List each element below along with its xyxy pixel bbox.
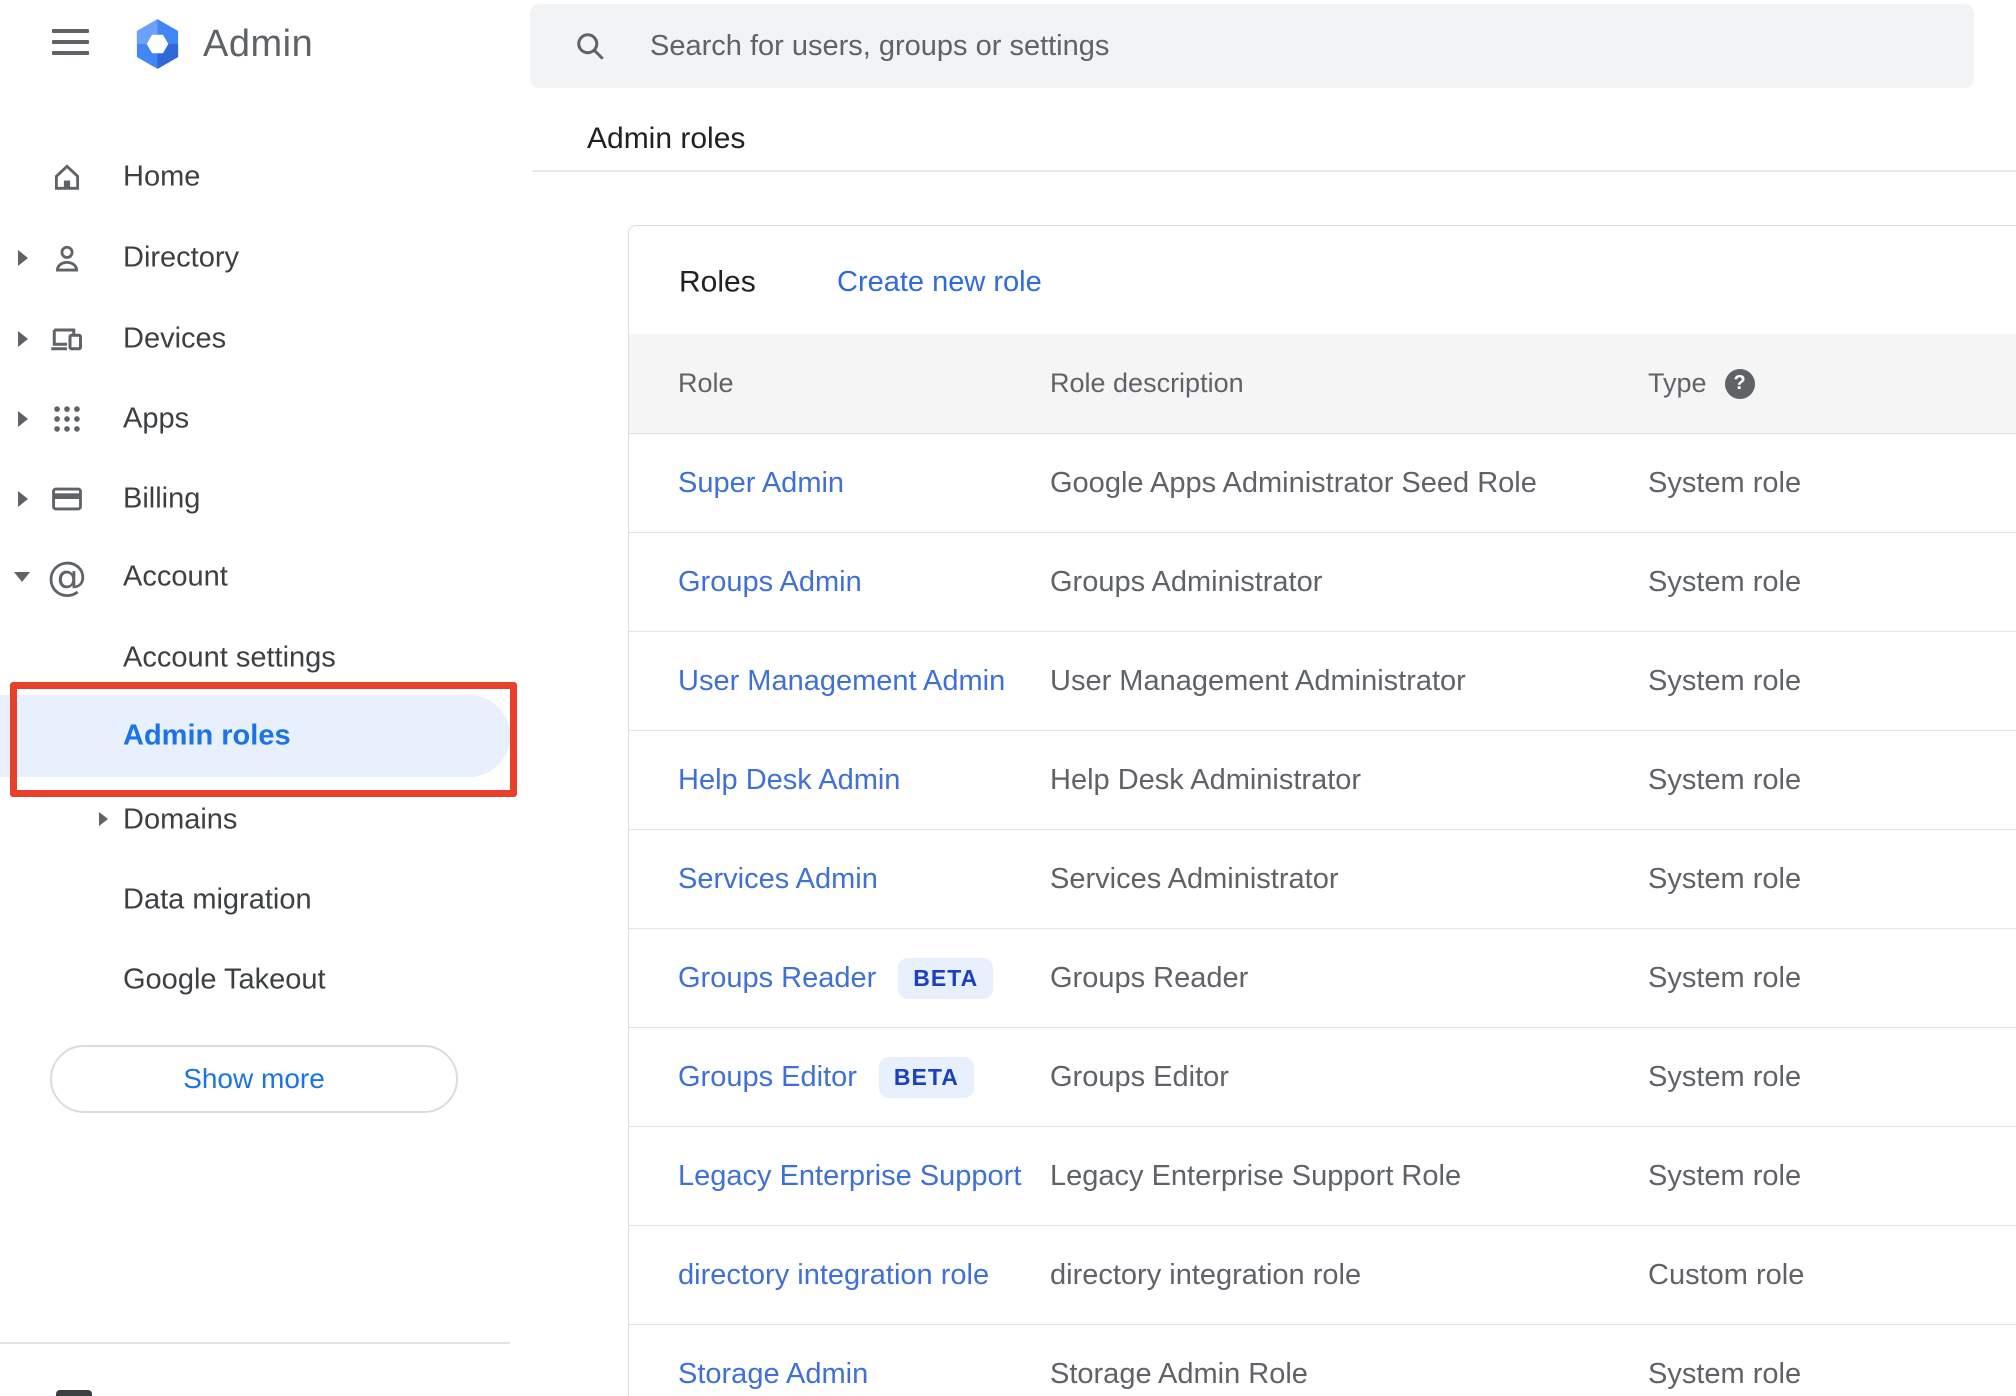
credit-card-icon — [48, 480, 86, 518]
column-header-type: Type ? — [1648, 334, 1755, 433]
role-link[interactable]: Groups Reader — [678, 962, 876, 995]
role-type: System role — [1648, 1060, 1802, 1093]
table-row[interactable]: Groups Editor BETA Groups Editor System … — [629, 1028, 2016, 1127]
role-link[interactable]: directory integration role — [678, 1259, 989, 1292]
menu-hamburger-icon[interactable] — [52, 29, 89, 55]
admin-logo-icon — [128, 18, 187, 70]
breadcrumb-divider — [532, 170, 2016, 172]
sidebar-item-label: Admin roles — [123, 719, 291, 752]
role-type: System role — [1648, 466, 1802, 499]
role-description: Legacy Enterprise Support Role — [1050, 1159, 1462, 1192]
table-row[interactable]: Help Desk Admin Help Desk Administrator … — [629, 731, 2016, 830]
search-bar[interactable] — [530, 4, 1974, 88]
beta-badge: BETA — [898, 957, 994, 999]
breadcrumb: Admin roles — [587, 122, 746, 155]
sidebar-item-home[interactable]: Home — [0, 148, 530, 206]
role-link[interactable]: Legacy Enterprise Support — [678, 1160, 1021, 1193]
sidebar-item-label: Domains — [123, 803, 238, 836]
sidebar-item-label: Account — [123, 560, 228, 593]
role-type: System role — [1648, 1357, 1802, 1390]
expand-arrow-icon[interactable] — [18, 411, 28, 427]
sidebar-bottom-divider — [0, 1342, 510, 1344]
sidebar-item-data-migration[interactable]: Data migration — [0, 871, 530, 929]
role-link[interactable]: Services Admin — [678, 863, 878, 896]
at-sign-icon: @ — [47, 554, 87, 600]
sidebar-item-account-settings[interactable]: Account settings — [0, 629, 530, 687]
sidebar-item-label: Account settings — [123, 641, 336, 674]
table-header-row: Role Role description Type ? — [629, 334, 2016, 434]
admin-logo: Admin — [128, 18, 313, 70]
search-icon — [572, 28, 608, 64]
column-header-description: Role description — [1050, 368, 1244, 398]
admin-console-screen: Admin Home Directory Devices Apps Billin… — [0, 0, 2016, 1396]
role-type: Custom role — [1648, 1258, 1805, 1291]
role-link[interactable]: Groups Admin — [678, 566, 862, 599]
sidebar-item-label: Home — [123, 160, 201, 193]
role-description: Google Apps Administrator Seed Role — [1050, 466, 1537, 499]
home-icon — [48, 158, 86, 196]
sidebar-item-label: Apps — [123, 402, 190, 435]
show-more-label: Show more — [183, 1063, 325, 1094]
role-description: Groups Reader — [1050, 961, 1249, 994]
devices-icon — [48, 320, 86, 358]
person-icon — [48, 239, 86, 277]
sidebar-item-google-takeout[interactable]: Google Takeout — [0, 951, 530, 1009]
role-description: Help Desk Administrator — [1050, 763, 1362, 796]
sidebar-item-label: Data migration — [123, 883, 312, 916]
search-input[interactable] — [648, 28, 1974, 64]
role-description: Groups Editor — [1050, 1060, 1229, 1093]
role-link[interactable]: Groups Editor — [678, 1061, 857, 1094]
role-type: System role — [1648, 1159, 1802, 1192]
sidebar-item-label: Directory — [123, 241, 240, 274]
table-row[interactable]: Groups Admin Groups Administrator System… — [629, 533, 2016, 632]
role-link[interactable]: Storage Admin — [678, 1358, 868, 1391]
role-description: User Management Administrator — [1050, 664, 1466, 697]
role-type: System role — [1648, 664, 1802, 697]
logo-text: Admin — [203, 22, 314, 65]
beta-badge: BETA — [878, 1056, 974, 1098]
roles-panel: Roles Create new role Role Role descript… — [628, 225, 2016, 1396]
show-more-button[interactable]: Show more — [50, 1045, 458, 1113]
expand-arrow-icon[interactable] — [18, 491, 28, 507]
sidebar-item-label: Devices — [123, 322, 227, 355]
role-type: System role — [1648, 763, 1802, 796]
sidebar-item-label: Google Takeout — [123, 963, 326, 996]
role-link[interactable]: Super Admin — [678, 467, 844, 500]
sidebar-item-admin-roles-selected[interactable]: Admin roles — [0, 695, 510, 777]
help-icon[interactable]: ? — [1724, 368, 1755, 399]
create-new-role-link[interactable]: Create new role — [837, 266, 1042, 299]
table-row[interactable]: Super Admin Google Apps Administrator Se… — [629, 434, 2016, 533]
sidebar-item-domains[interactable]: Domains — [0, 791, 530, 849]
role-type: System role — [1648, 565, 1802, 598]
role-link[interactable]: Help Desk Admin — [678, 764, 900, 797]
expand-arrow-icon[interactable] — [18, 331, 28, 347]
sidebar-item-label: Billing — [123, 482, 201, 515]
role-type: System role — [1648, 862, 1802, 895]
apps-grid-icon — [48, 400, 86, 438]
sidebar-item-devices[interactable]: Devices — [0, 310, 530, 368]
table-row[interactable]: Storage Admin Storage Admin Role System … — [629, 1325, 2016, 1396]
table-row[interactable]: directory integration role directory int… — [629, 1226, 2016, 1325]
table-row[interactable]: Legacy Enterprise Support Legacy Enterpr… — [629, 1127, 2016, 1226]
sidebar-item-directory[interactable]: Directory — [0, 229, 530, 287]
table-row[interactable]: User Management Admin User Management Ad… — [629, 632, 2016, 731]
expand-arrow-icon[interactable] — [99, 812, 108, 826]
sidebar-item-billing[interactable]: Billing — [0, 470, 530, 528]
role-description: Groups Administrator — [1050, 565, 1323, 598]
sidebar-item-apps[interactable]: Apps — [0, 390, 530, 448]
role-description: directory integration role — [1050, 1258, 1362, 1291]
column-header-role: Role — [678, 368, 734, 398]
collapse-arrow-icon[interactable] — [14, 572, 30, 582]
sidebar-item-account[interactable]: @ Account — [0, 548, 530, 606]
role-link[interactable]: User Management Admin — [678, 665, 1005, 698]
roles-panel-header: Roles Create new role — [629, 226, 2016, 334]
cut-off-bottom-icon — [56, 1390, 92, 1396]
role-description: Services Administrator — [1050, 862, 1339, 895]
expand-arrow-icon[interactable] — [18, 250, 28, 266]
role-description: Storage Admin Role — [1050, 1357, 1308, 1390]
role-type: System role — [1648, 961, 1802, 994]
table-row[interactable]: Groups Reader BETA Groups Reader System … — [629, 929, 2016, 1028]
table-row[interactable]: Services Admin Services Administrator Sy… — [629, 830, 2016, 929]
panel-title: Roles — [679, 265, 756, 299]
